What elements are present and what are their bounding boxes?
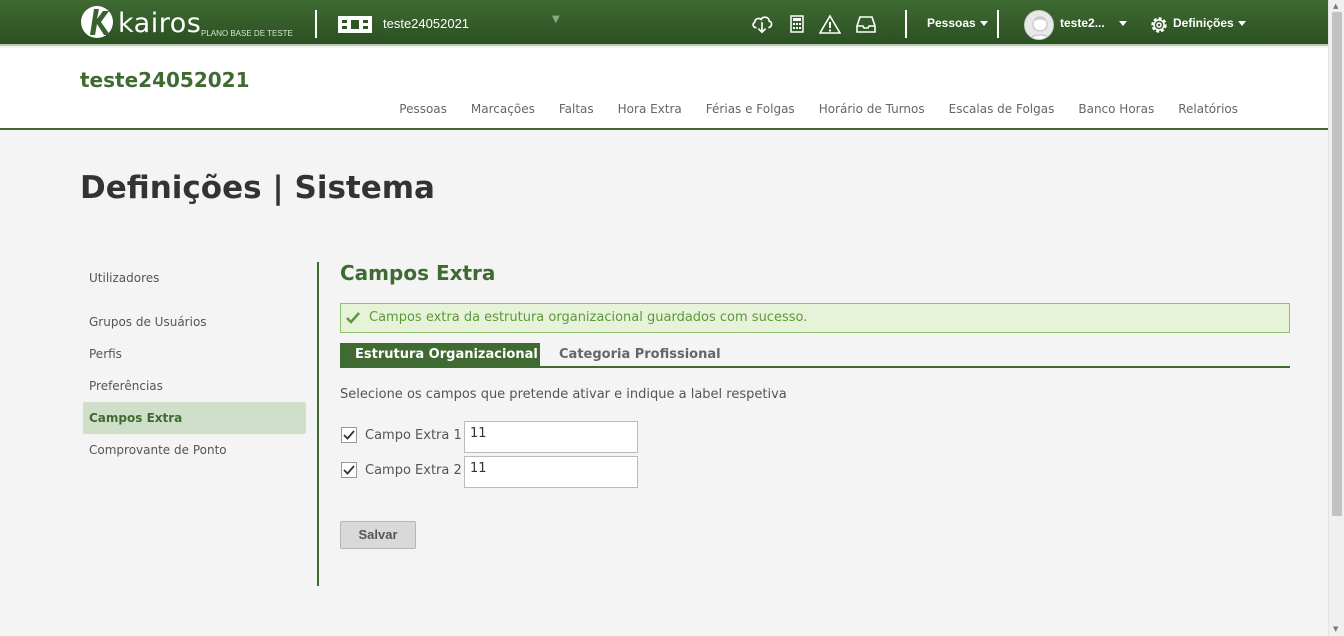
nav-marcacoes[interactable]: Marcações bbox=[471, 102, 535, 116]
user-avatar-icon bbox=[1029, 16, 1051, 39]
warning-icon[interactable] bbox=[819, 14, 841, 34]
campo-extra-1-input[interactable]: 11 bbox=[464, 421, 638, 453]
instructions-text: Selecione os campos que pretende ativar … bbox=[340, 387, 787, 402]
topbar-divider bbox=[997, 10, 999, 38]
user-name: teste2... bbox=[1060, 16, 1105, 30]
campo-extra-2-label: Campo Extra 2 bbox=[365, 463, 462, 478]
topbar-divider bbox=[905, 10, 907, 38]
company-selector[interactable]: teste24052021 bbox=[383, 16, 469, 31]
caret-down-icon bbox=[1118, 21, 1127, 27]
tab-bar: Estrutura Organizacional Categoria Profi… bbox=[340, 343, 1290, 368]
nav-hora-extra[interactable]: Hora Extra bbox=[618, 102, 682, 116]
nav-pessoas[interactable]: Pessoas bbox=[399, 102, 447, 116]
pessoas-menu[interactable]: Pessoas bbox=[927, 16, 988, 30]
page-scrollbar[interactable]: ▲ ▼ bbox=[1328, 0, 1344, 636]
top-bar: kairos PLANO BASE DE TESTE teste24052021… bbox=[0, 0, 1328, 46]
scroll-up-icon[interactable]: ▲ bbox=[1333, 2, 1338, 10]
pessoas-menu-label: Pessoas bbox=[927, 16, 976, 30]
checkmark-icon bbox=[343, 465, 355, 475]
tab-estrutura-organizacional[interactable]: Estrutura Organizacional bbox=[340, 343, 540, 366]
campo-extra-1-label: Campo Extra 1 bbox=[365, 428, 462, 443]
nav-banco-horas[interactable]: Banco Horas bbox=[1078, 102, 1154, 116]
checkmark-icon bbox=[346, 312, 360, 324]
user-menu[interactable]: teste2... bbox=[1060, 16, 1127, 30]
sidebar-item-utilizadores[interactable]: Utilizadores bbox=[83, 262, 306, 294]
campo-extra-2-input[interactable]: 11 bbox=[464, 456, 638, 488]
cloud-download-icon[interactable] bbox=[751, 14, 773, 34]
inbox-icon[interactable] bbox=[855, 14, 877, 34]
main-nav: Pessoas Marcações Faltas Hora Extra Féri… bbox=[375, 102, 1238, 116]
nav-escalas-folgas[interactable]: Escalas de Folgas bbox=[949, 102, 1055, 116]
checkmark-icon bbox=[343, 430, 355, 440]
avatar[interactable] bbox=[1024, 10, 1054, 40]
caret-down-icon bbox=[979, 21, 988, 27]
sidebar-divider bbox=[317, 262, 319, 586]
nav-ferias-folgas[interactable]: Férias e Folgas bbox=[706, 102, 795, 116]
scroll-thumb[interactable] bbox=[1332, 12, 1342, 516]
nav-faltas[interactable]: Faltas bbox=[559, 102, 594, 116]
sidebar-item-comprovante-ponto[interactable]: Comprovante de Ponto bbox=[83, 434, 306, 466]
caret-down-icon bbox=[1237, 21, 1246, 27]
success-alert: Campos extra da estrutura organizacional… bbox=[340, 303, 1290, 333]
calculator-icon[interactable] bbox=[786, 14, 808, 34]
nav-relatorios[interactable]: Relatórios bbox=[1178, 102, 1238, 116]
sidebar-item-campos-extra[interactable]: Campos Extra bbox=[83, 402, 306, 434]
campo-extra-1-checkbox[interactable] bbox=[341, 427, 357, 443]
campo-extra-2-checkbox[interactable] bbox=[341, 462, 357, 478]
save-button[interactable]: Salvar bbox=[340, 521, 416, 549]
nav-horario-turnos[interactable]: Horário de Turnos bbox=[819, 102, 925, 116]
alert-message: Campos extra da estrutura organizacional… bbox=[369, 310, 808, 325]
definicoes-menu[interactable]: Definições bbox=[1173, 16, 1246, 30]
company-title: teste24052021 bbox=[80, 68, 250, 92]
topbar-divider bbox=[315, 10, 317, 38]
page-title: Definições | Sistema bbox=[80, 170, 435, 206]
scroll-down-icon[interactable]: ▼ bbox=[1333, 625, 1338, 633]
logo-word: kairos bbox=[118, 8, 202, 39]
company-icon bbox=[338, 16, 372, 33]
logo-subtitle: PLANO BASE DE TESTE bbox=[201, 29, 293, 38]
sidebar-item-perfis[interactable]: Perfis bbox=[83, 338, 306, 370]
tab-categoria-profissional[interactable]: Categoria Profissional bbox=[544, 343, 736, 366]
sidebar-item-grupos-usuarios[interactable]: Grupos de Usuários bbox=[83, 306, 306, 338]
company-header: teste24052021 Pessoas Marcações Faltas H… bbox=[0, 48, 1328, 130]
kairos-logo-icon bbox=[81, 6, 113, 38]
definicoes-menu-label: Definições bbox=[1173, 16, 1234, 30]
chevron-down-icon[interactable]: ▼ bbox=[552, 14, 560, 25]
sidebar-item-preferencias[interactable]: Preferências bbox=[83, 370, 306, 402]
section-title: Campos Extra bbox=[340, 261, 496, 285]
gear-icon[interactable] bbox=[1148, 15, 1170, 35]
